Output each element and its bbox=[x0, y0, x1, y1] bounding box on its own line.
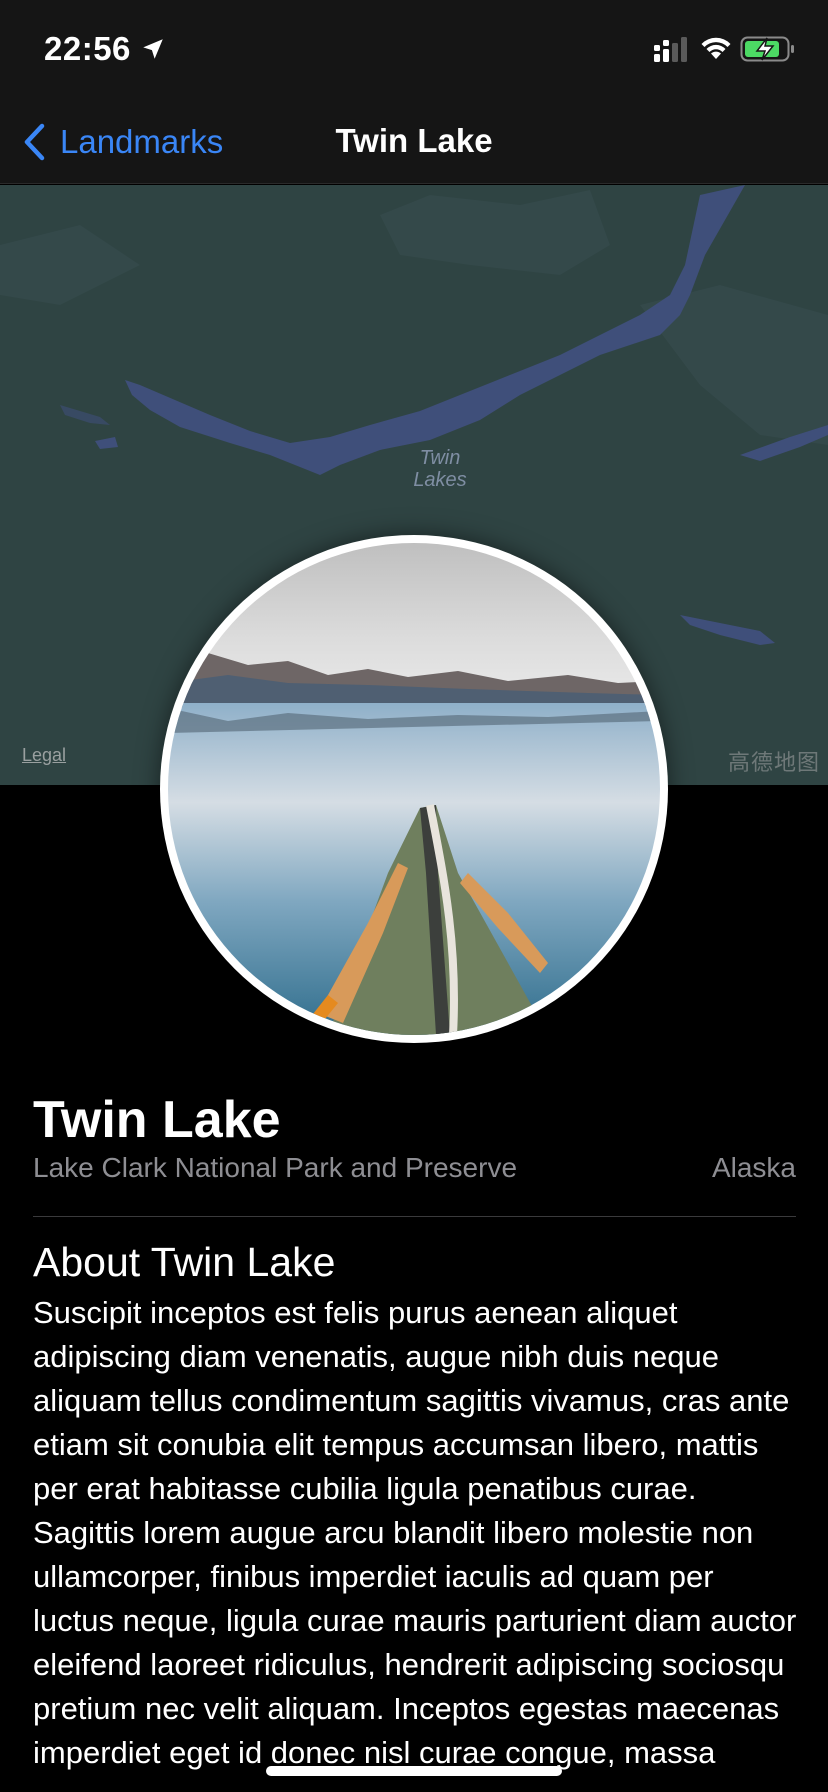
map-place-label: Twin Lakes bbox=[400, 447, 480, 491]
state-name: Alaska bbox=[711, 1152, 796, 1183]
about-description: Suscipit inceptos est felis purus aenean… bbox=[33, 1295, 797, 1770]
landmark-photo-frame bbox=[160, 535, 668, 1043]
map-provider-logo: 高德地图 bbox=[728, 750, 821, 775]
navigation-bar: Landmarks Twin Lake bbox=[0, 100, 828, 184]
map-place-label-line1: Twin bbox=[419, 447, 461, 469]
status-time: 22:56 bbox=[44, 30, 131, 67]
landmark-photo bbox=[168, 543, 660, 1035]
home-indicator[interactable] bbox=[266, 1766, 562, 1776]
status-bar: 22:56 bbox=[0, 0, 828, 100]
wifi-icon bbox=[701, 37, 731, 59]
landmark-details: Twin Lake Lake Clark National Park and P… bbox=[33, 1090, 796, 1775]
landmark-name: Twin Lake bbox=[33, 1091, 281, 1149]
park-name: Lake Clark National Park and Preserve bbox=[33, 1152, 518, 1183]
cellular-signal-icon bbox=[654, 37, 687, 62]
legal-link[interactable]: Legal bbox=[22, 745, 66, 766]
battery-charging-icon bbox=[740, 36, 794, 62]
divider bbox=[33, 1216, 796, 1217]
nav-title: Twin Lake bbox=[335, 122, 493, 159]
about-heading: About Twin Lake bbox=[33, 1239, 336, 1285]
map-place-label-line2: Lakes bbox=[413, 469, 467, 491]
location-arrow-icon bbox=[143, 39, 163, 59]
landmark-subtitle-row: Lake Clark National Park and Preserve Al… bbox=[33, 1152, 796, 1192]
